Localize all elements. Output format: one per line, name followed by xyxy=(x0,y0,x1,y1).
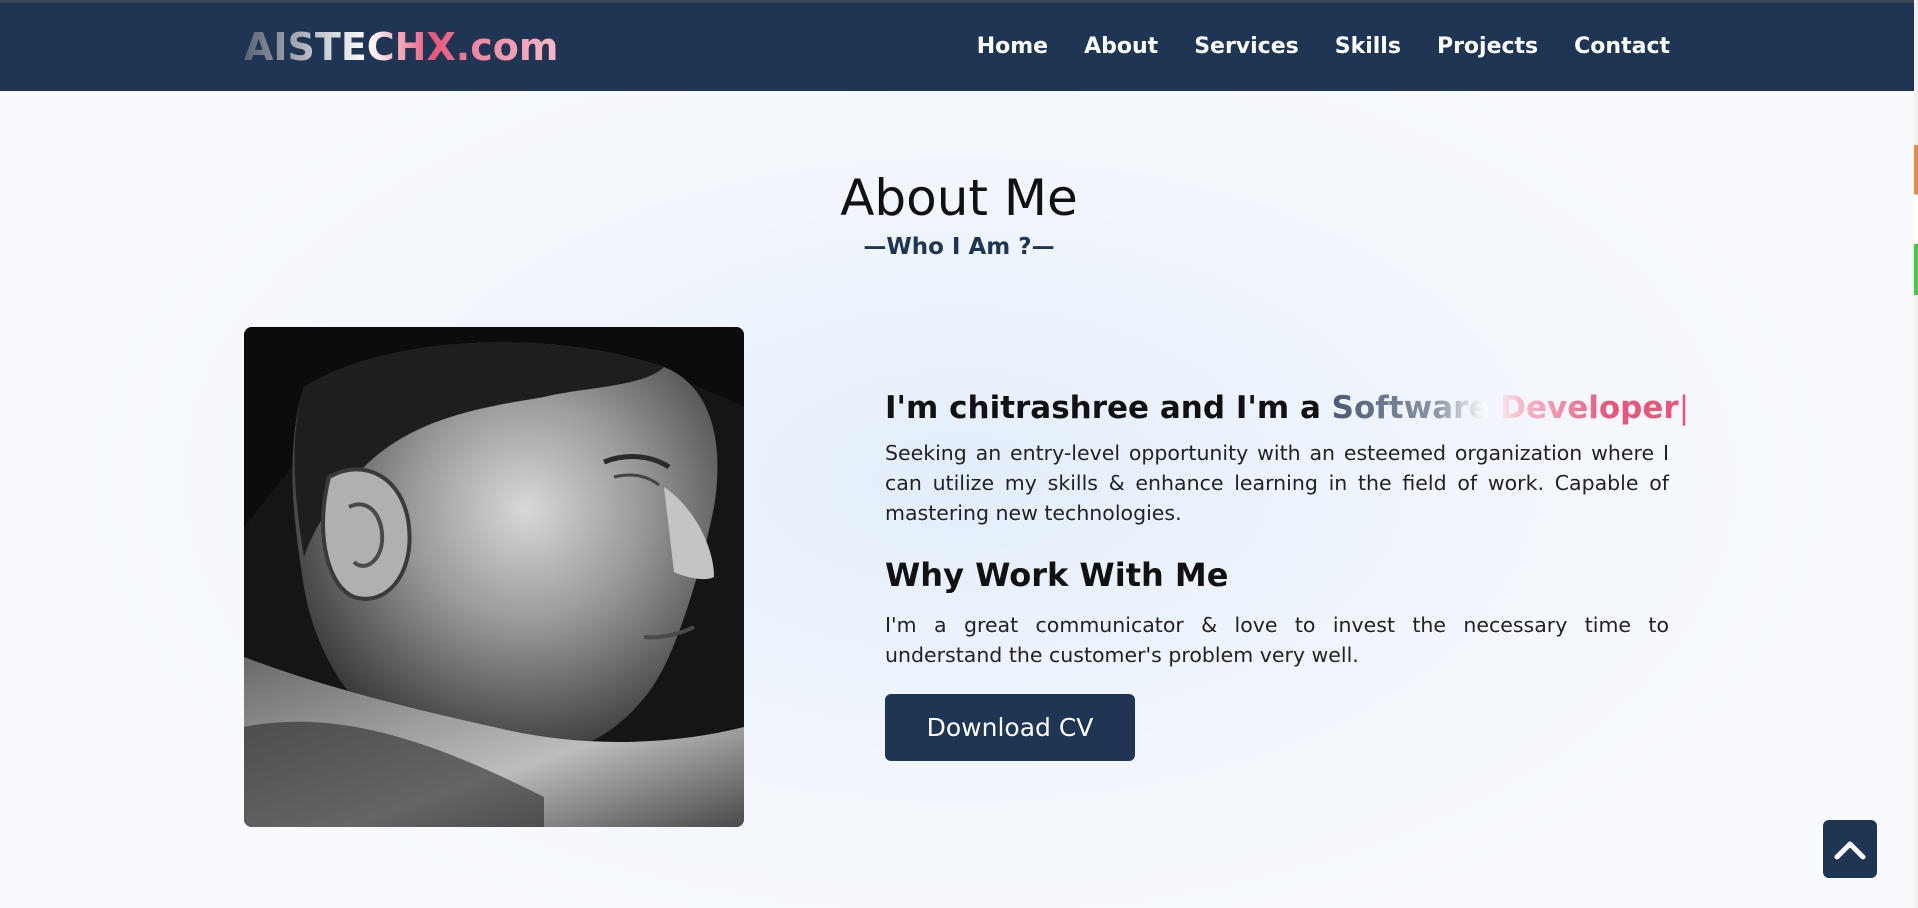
download-cv-button[interactable]: Download CV xyxy=(885,694,1135,761)
nav-home-link[interactable]: Home xyxy=(977,33,1048,61)
typed-role: Software Developer xyxy=(1331,390,1679,426)
section-title: About Me xyxy=(840,169,1078,227)
page: AISTECHX.com Home About Services Skills … xyxy=(0,0,1918,908)
page-scrollbar[interactable] xyxy=(1914,0,1918,908)
section-subtitle: —Who I Am ?— xyxy=(863,234,1055,260)
profile-portrait-image xyxy=(244,327,744,827)
site-logo[interactable]: AISTECHX.com xyxy=(244,23,558,71)
nav-contact-link[interactable]: Contact xyxy=(1574,33,1670,61)
scroll-to-top-button[interactable] xyxy=(1823,820,1877,878)
about-paragraph: Seeking an entry-level opportunity with … xyxy=(885,441,1669,525)
main-nav: Home About Services Skills Projects Cont… xyxy=(977,33,1670,61)
nav-services-link[interactable]: Services xyxy=(1194,33,1299,61)
about-content: I'm chitrashree and I'm a Software Devel… xyxy=(885,388,1689,761)
typing-cursor: | xyxy=(1678,390,1690,426)
chevron-up-icon xyxy=(1834,841,1866,860)
nav-skills-link[interactable]: Skills xyxy=(1335,33,1401,61)
nav-projects-link[interactable]: Projects xyxy=(1437,33,1538,61)
nav-about-link[interactable]: About xyxy=(1084,33,1158,61)
why-paragraph: I'm a great communicator & love to inves… xyxy=(885,613,1669,667)
navbar: AISTECHX.com Home About Services Skills … xyxy=(0,3,1914,91)
profile-photo xyxy=(244,327,744,827)
intro-prefix: I'm chitrashree and I'm a xyxy=(885,390,1332,426)
intro-heading: I'm chitrashree and I'm a Software Devel… xyxy=(885,388,1689,428)
why-heading: Why Work With Me xyxy=(885,556,1229,594)
